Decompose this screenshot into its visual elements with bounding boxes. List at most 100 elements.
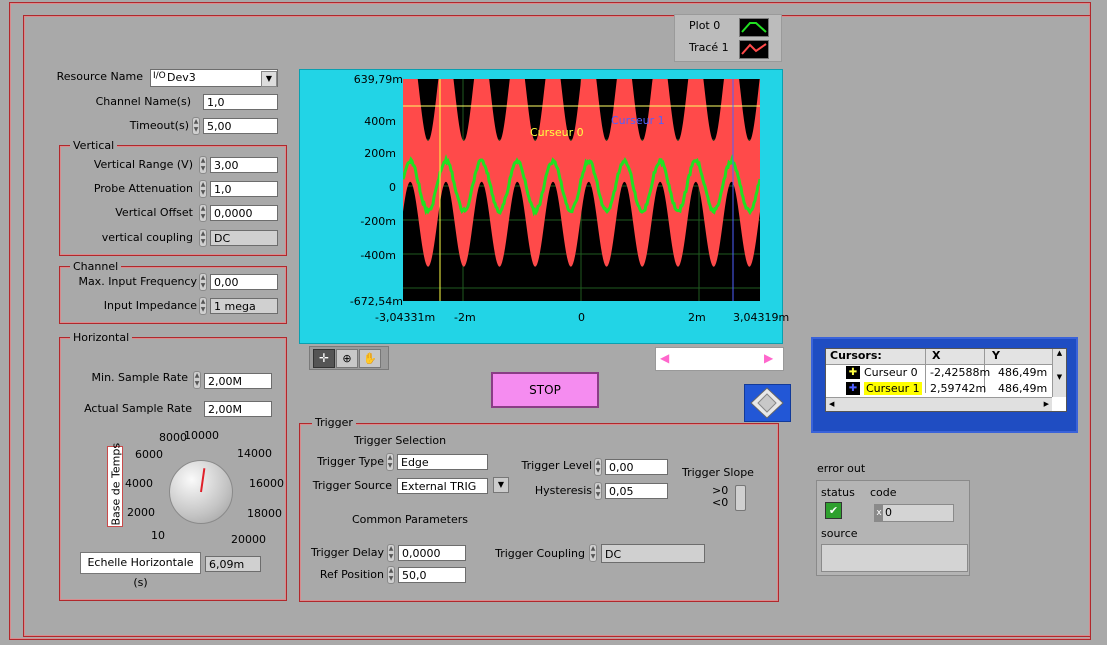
cursor-header-name: Cursors: xyxy=(830,349,882,362)
knob-tick-14000: 14000 xyxy=(237,447,272,460)
stop-button[interactable]: STOP xyxy=(491,372,599,408)
cursor-header-row: Cursors: X Y xyxy=(826,349,1052,365)
ref-position-label: Ref Position xyxy=(300,568,384,581)
input-impedance-stepper[interactable]: ▲ ▼ xyxy=(199,297,207,315)
y-tick-4: -200m xyxy=(360,215,396,228)
graph-plot-area[interactable]: Curseur 0 Curseur 1 xyxy=(403,79,760,301)
trigger-coupling-select[interactable]: DC xyxy=(601,544,705,563)
plot-legend: Plot 0 Tracé 1 xyxy=(674,14,782,62)
max-input-frequency-input[interactable]: 0,00 xyxy=(210,274,278,290)
plot1-swatch-icon[interactable] xyxy=(739,40,769,59)
cursor-row-name[interactable]: Curseur 0 xyxy=(864,366,918,379)
resource-name-label: Resource Name xyxy=(40,70,143,83)
time-base-knob-label: Base de Temps xyxy=(107,446,123,527)
cursor-list-vscroll[interactable]: ▲ ▼ xyxy=(1052,349,1066,397)
zoom-tool-icon[interactable]: ⊕ xyxy=(336,349,358,368)
trigger-type-label: Trigger Type xyxy=(300,455,384,468)
trigger-slope-label: Trigger Slope xyxy=(682,466,754,479)
cursor-list-hscroll[interactable]: ◀ ▶ xyxy=(826,397,1052,411)
code-prefix: x xyxy=(875,505,883,521)
cursor-move-pad[interactable] xyxy=(744,384,791,422)
cursor-row-name[interactable]: Curseur 1 xyxy=(864,382,922,395)
cursor-table[interactable]: Cursors: X Y ✚ Curseur 0 -2,42588m 486,4… xyxy=(825,348,1067,412)
probe-attenuation-input[interactable]: 1,0 xyxy=(210,181,278,197)
resource-name-value: Dev3 xyxy=(167,71,196,84)
code-value: 0 xyxy=(885,506,892,519)
vertical-coupling-select[interactable]: DC xyxy=(210,230,278,246)
horizontal-scale-label: Echelle Horizontale (s) xyxy=(80,552,201,574)
trigger-source-select[interactable]: External TRIG xyxy=(397,478,488,494)
input-impedance-select[interactable]: 1 mega xyxy=(210,298,278,314)
trigger-delay-stepper[interactable]: ▲ ▼ xyxy=(387,544,395,562)
scroll-right-icon[interactable]: ▶ xyxy=(764,351,773,365)
x-tick-1: -2m xyxy=(454,311,476,324)
cursor-header-y: Y xyxy=(992,349,1000,362)
ref-position-input[interactable]: 50,0 xyxy=(398,567,466,583)
source-field xyxy=(821,544,968,572)
vertical-offset-label: Vertical Offset xyxy=(65,206,193,219)
graph-palette: ✛ ⊕ ✋ xyxy=(309,346,389,370)
min-sample-rate-input[interactable]: 2,00M xyxy=(204,373,272,389)
trigger-slope-switch[interactable] xyxy=(735,485,746,511)
trigger-selection-label: Trigger Selection xyxy=(354,434,446,447)
trigger-level-label: Trigger Level xyxy=(500,459,592,472)
vertical-offset-input[interactable]: 0,0000 xyxy=(210,205,278,221)
vertical-range-label: Vertical Range (V) xyxy=(65,158,193,171)
error-out-title: error out xyxy=(817,462,865,475)
cursor-row-x: 2,59742m xyxy=(930,382,986,395)
y-tick-1: 400m xyxy=(364,115,396,128)
vertical-offset-stepper[interactable]: ▲ ▼ xyxy=(199,204,207,222)
cursor-row-x: -2,42588m xyxy=(930,366,990,379)
vertical-range-input[interactable]: 3,00 xyxy=(210,157,278,173)
trigger-coupling-label: Trigger Coupling xyxy=(480,547,585,560)
table-row[interactable]: ✚ Curseur 1 2,59742m 486,49m xyxy=(826,381,1052,397)
knob-tick-6000: 6000 xyxy=(135,448,163,461)
trigger-type-select[interactable]: Edge xyxy=(397,454,488,470)
cursor-list[interactable]: Cursors: X Y ✚ Curseur 0 -2,42588m 486,4… xyxy=(811,337,1078,433)
knob-tick-8000: 8000 xyxy=(159,431,187,444)
resource-name-dropdown[interactable]: I/O Dev3 ▼ xyxy=(150,69,278,87)
timeout-stepper[interactable]: ▲ ▼ xyxy=(192,117,200,135)
table-row[interactable]: ✚ Curseur 0 -2,42588m 486,49m xyxy=(826,365,1052,381)
trigger-delay-label: Trigger Delay xyxy=(300,546,384,559)
channel-name-input[interactable]: 1,0 xyxy=(203,94,278,110)
trigger-level-stepper[interactable]: ▲ ▼ xyxy=(594,458,602,476)
common-parameters-label: Common Parameters xyxy=(352,513,468,526)
code-field: x 0 xyxy=(874,504,954,522)
probe-attenuation-stepper[interactable]: ▲ ▼ xyxy=(199,180,207,198)
vertical-range-stepper[interactable]: ▲ ▼ xyxy=(199,156,207,174)
legend-label-plot0: Plot 0 xyxy=(689,19,720,32)
hysteresis-stepper[interactable]: ▲ ▼ xyxy=(594,482,602,500)
probe-attenuation-label: Probe Attenuation xyxy=(65,182,193,195)
knob-tick-18000: 18000 xyxy=(247,507,282,520)
actual-sample-rate-label: Actual Sample Rate xyxy=(70,402,192,415)
trigger-coupling-stepper[interactable]: ▲ ▼ xyxy=(589,544,597,562)
cursor1-style-icon[interactable]: ✚ xyxy=(846,382,860,395)
chevron-down-icon[interactable]: ▼ xyxy=(261,71,277,87)
source-label: source xyxy=(821,527,858,540)
trigger-type-stepper[interactable]: ▲ ▼ xyxy=(386,453,394,471)
y-tick-5: -400m xyxy=(360,249,396,262)
scroll-left-icon[interactable]: ◀ xyxy=(660,351,669,365)
cursor0-style-icon[interactable]: ✚ xyxy=(846,366,860,379)
trigger-level-input[interactable]: 0,00 xyxy=(605,459,668,475)
hysteresis-label: Hysteresis xyxy=(500,484,592,497)
hysteresis-input[interactable]: 0,05 xyxy=(605,483,668,499)
x-tick-4: 3,04319m xyxy=(733,311,789,324)
max-input-frequency-stepper[interactable]: ▲ ▼ xyxy=(199,273,207,291)
timeout-input[interactable]: 5,00 xyxy=(203,118,278,134)
pan-tool-icon[interactable]: ✋ xyxy=(359,349,381,368)
graph-scrollbar[interactable]: ◀ ▶ xyxy=(655,347,784,371)
knob-tick-16000: 16000 xyxy=(249,477,284,490)
trigger-delay-input[interactable]: 0,0000 xyxy=(398,545,466,561)
min-sample-rate-stepper[interactable]: ▲ ▼ xyxy=(193,371,201,389)
slope-down-label: <0 xyxy=(712,496,728,509)
status-check-icon: ✔ xyxy=(825,502,842,519)
cursor1-text: Curseur 1 xyxy=(611,114,665,127)
time-base-knob[interactable] xyxy=(169,460,233,524)
vertical-coupling-stepper[interactable]: ▲ ▼ xyxy=(199,229,207,247)
cursor-tool-icon[interactable]: ✛ xyxy=(313,349,335,368)
plot0-swatch-icon[interactable] xyxy=(739,18,769,37)
ref-position-stepper[interactable]: ▲ ▼ xyxy=(387,566,395,584)
code-label: code xyxy=(870,486,897,499)
